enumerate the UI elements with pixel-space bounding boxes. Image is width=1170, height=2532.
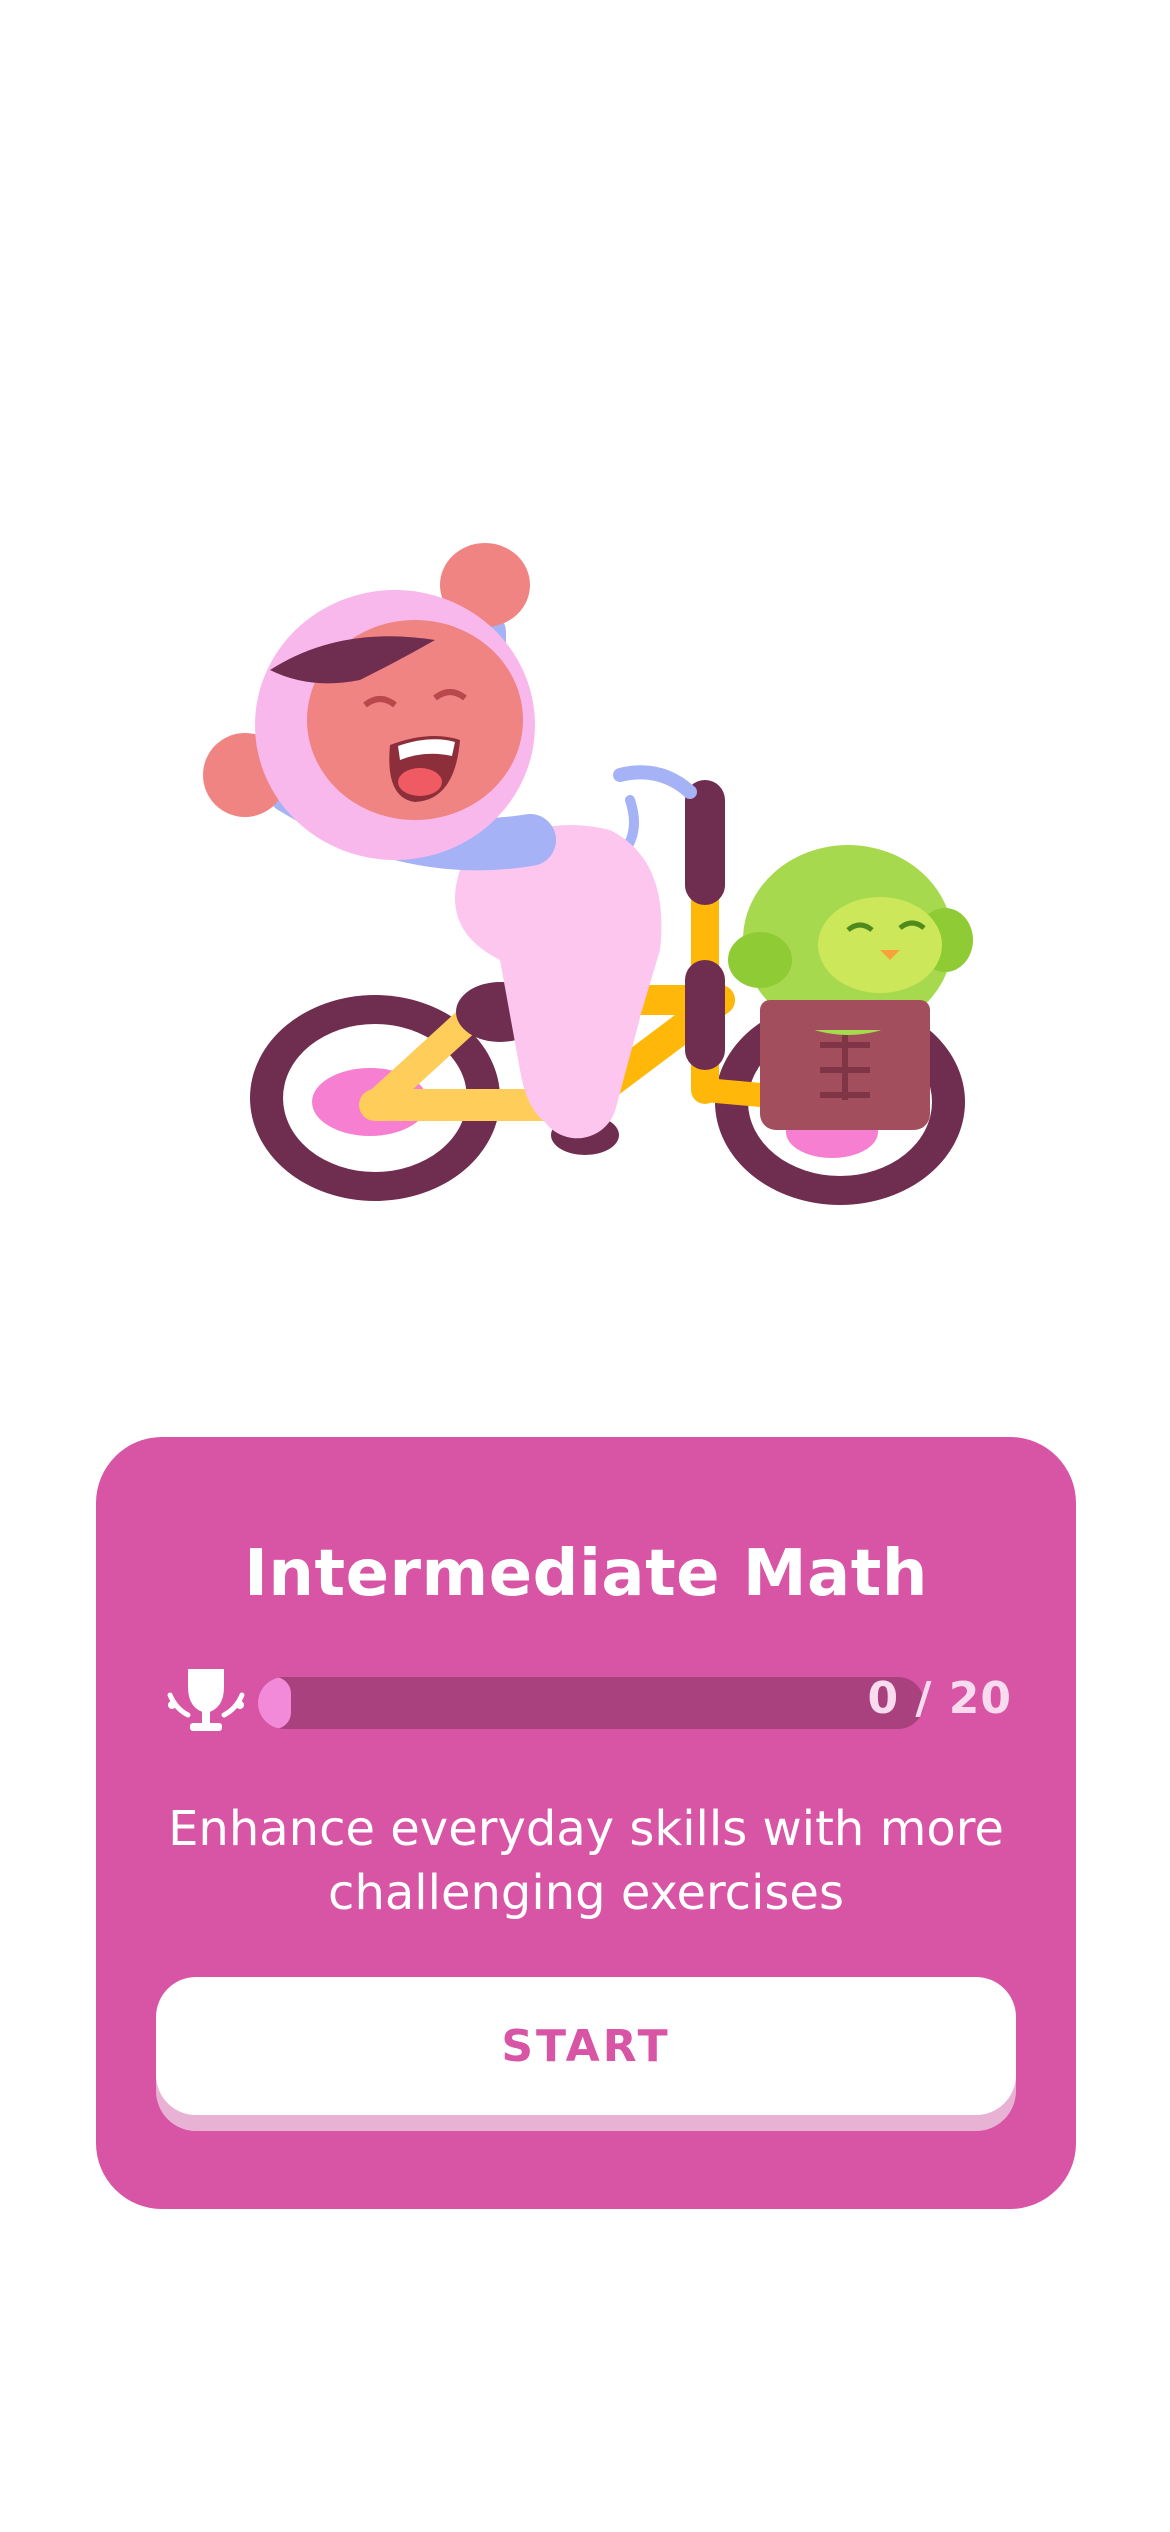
cyclist-mascot-illustration [203,543,973,1205]
course-title: Intermediate Math [244,1537,928,1611]
progress-count: 0 / 20 [867,1673,1012,1724]
progress-track [258,1677,924,1729]
progress-fill [258,1677,292,1729]
description-line-1: Enhance everyday skills with more [168,1801,1004,1857]
course-card: Intermediate Math 0 / 20 Enhance everyda… [96,1437,1076,2209]
trophy-icon [167,1669,245,1731]
start-button[interactable]: START [156,1977,1016,2115]
description-line-2: challenging exercises [328,1865,844,1921]
course-intro-screen: Intermediate Math 0 / 20 Enhance everyda… [0,0,1170,2532]
course-description: Enhance everyday skills with more challe… [136,1797,1036,1925]
course-progress: 0 / 20 [162,1665,1012,1739]
owl-mascot [728,845,973,1035]
